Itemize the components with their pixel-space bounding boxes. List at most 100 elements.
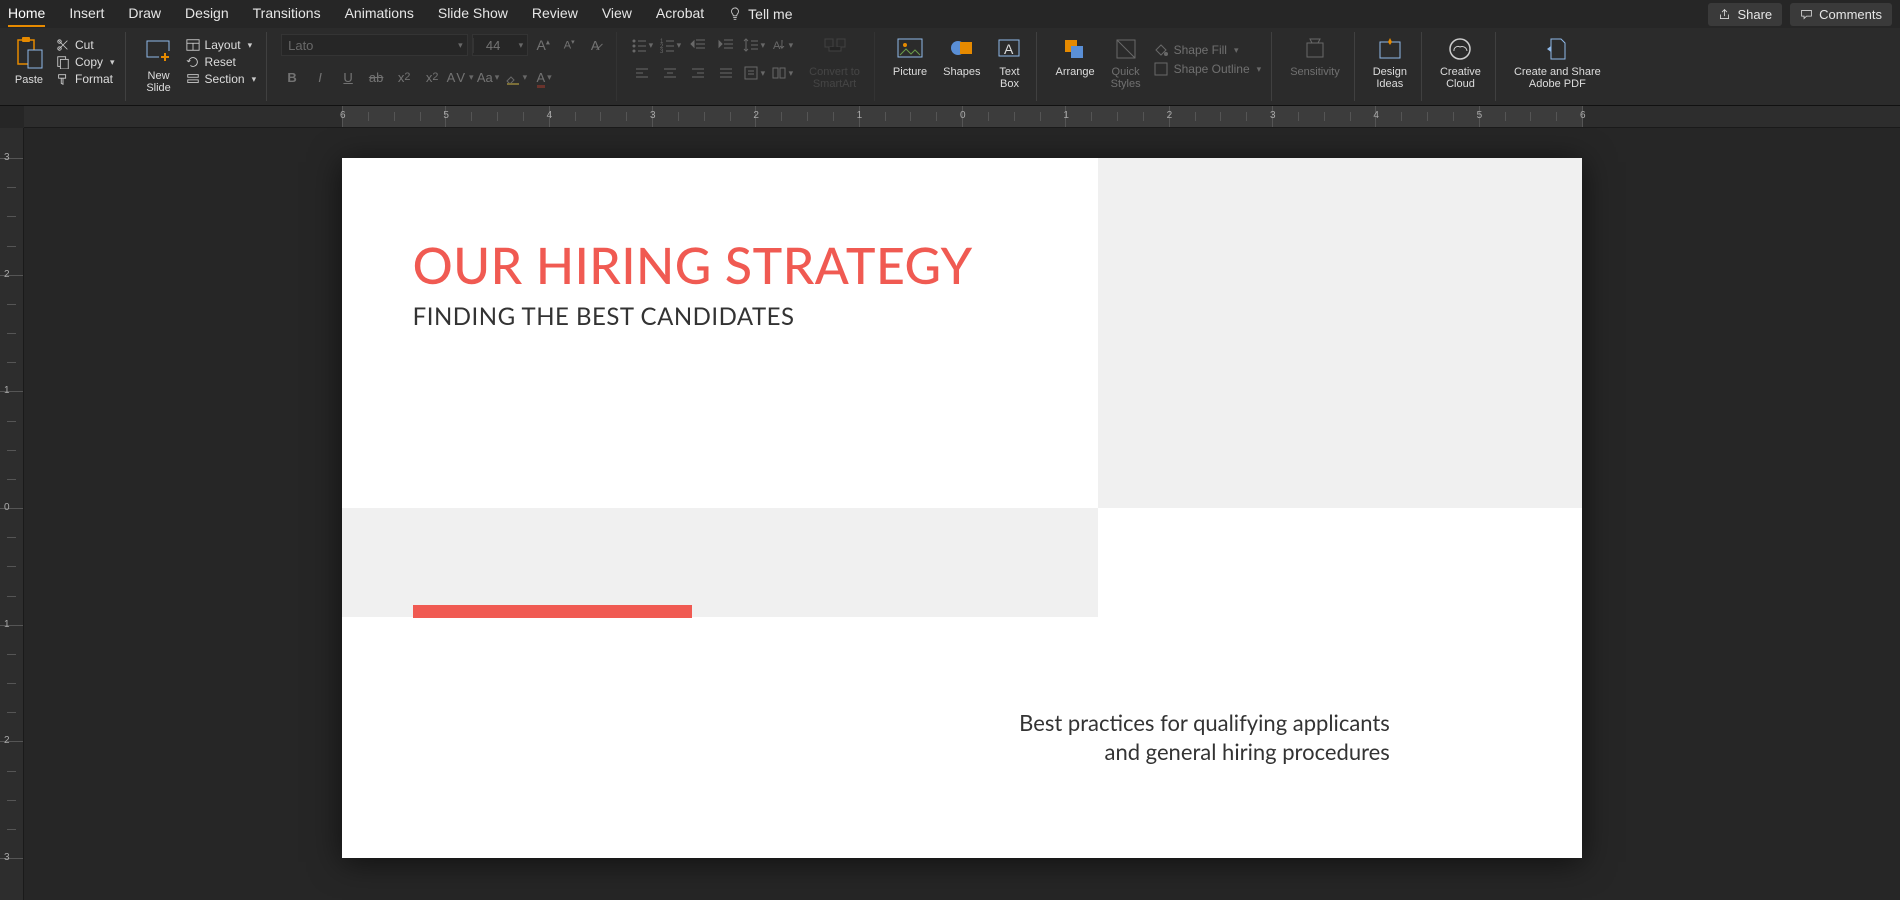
ruler-vertical[interactable]: 3210123 (0, 128, 24, 900)
char-spacing-button[interactable]: AV▾ (449, 66, 471, 88)
font-size-select[interactable]: 44▾ (472, 34, 529, 56)
indent-button[interactable] (715, 34, 737, 56)
slide-title[interactable]: OUR HIRING STRATEGY (413, 235, 973, 295)
tab-acrobat[interactable]: Acrobat (656, 1, 704, 27)
ruler-h-label: 3 (1270, 110, 1276, 121)
ruler-h-label: 2 (1167, 110, 1173, 121)
creative-cloud-button[interactable]: Creative Cloud (1436, 34, 1485, 92)
slide-subtitle[interactable]: FINDING THE BEST CANDIDATES (413, 302, 795, 331)
font-name-select[interactable]: Lato▾ (281, 34, 468, 56)
tab-design[interactable]: Design (185, 1, 229, 27)
shape-outline-button[interactable]: Shape Outline▾ (1153, 61, 1262, 77)
tell-me-search[interactable]: Tell me (728, 1, 792, 27)
format-painter-button[interactable]: Format (56, 72, 115, 86)
new-slide-label: New Slide (146, 70, 170, 94)
change-case-button[interactable]: Aa▾ (477, 66, 499, 88)
group-drawing: Arrange Quick Styles Shape Fill▾ Shape O… (1049, 32, 1272, 101)
slide-canvas[interactable]: OUR HIRING STRATEGY FINDING THE BEST CAN… (24, 128, 1900, 900)
share-button[interactable]: Share (1708, 3, 1782, 26)
arrange-icon (1061, 36, 1089, 62)
text-direction-button[interactable]: A▾ (771, 34, 793, 56)
tab-animations[interactable]: Animations (345, 1, 414, 27)
group-font: Lato▾ 44▾ A▴ A▾ A̷ B I U ab x2 x2 AV▾ Aa… (279, 32, 617, 101)
smartart-icon (822, 36, 848, 62)
strike-button[interactable]: ab (365, 66, 387, 88)
slide[interactable]: OUR HIRING STRATEGY FINDING THE BEST CAN… (342, 158, 1582, 858)
group-paragraph: ▾ 123▾ ▾ A▾ ▾ ▾ Convert to SmartArt (629, 32, 875, 101)
align-left-button[interactable] (631, 62, 653, 84)
smartart-label: Convert to SmartArt (809, 66, 860, 90)
format-label: Format (75, 72, 113, 86)
shape-fill-button[interactable]: Shape Fill▾ (1153, 42, 1262, 58)
adobe-pdf-button[interactable]: Create and Share Adobe PDF (1510, 34, 1605, 92)
clear-format-button[interactable]: A̷ (584, 34, 606, 56)
reset-icon (186, 55, 200, 69)
sensitivity-label: Sensitivity (1290, 66, 1340, 78)
sensitivity-button[interactable]: Sensitivity (1286, 34, 1344, 80)
italic-button[interactable]: I (309, 66, 331, 88)
lightbulb-icon (728, 7, 742, 21)
shapes-button[interactable]: Shapes (939, 34, 984, 80)
paste-icon (14, 36, 44, 70)
reset-button[interactable]: Reset (186, 55, 257, 69)
tab-draw[interactable]: Draw (128, 1, 161, 27)
tab-view[interactable]: View (602, 1, 632, 27)
cut-button[interactable]: Cut (56, 38, 115, 52)
comments-button[interactable]: Comments (1790, 3, 1892, 26)
ruler-horizontal[interactable]: 6543210123456 (24, 106, 1900, 128)
sensitivity-icon (1302, 36, 1328, 62)
ruler-v-label: 3 (4, 852, 10, 863)
numbering-button[interactable]: 123▾ (659, 34, 681, 56)
convert-smartart-button[interactable]: Convert to SmartArt (805, 34, 864, 92)
copy-button[interactable]: Copy▾ (56, 55, 115, 69)
tab-slide-show[interactable]: Slide Show (438, 1, 508, 27)
bucket-icon (1153, 42, 1169, 58)
line-spacing-button[interactable]: ▾ (743, 34, 765, 56)
columns-button[interactable]: ▾ (771, 62, 793, 84)
font-size-value: 44 (473, 38, 513, 53)
tab-transitions[interactable]: Transitions (253, 1, 321, 27)
subscript-button[interactable]: x2 (421, 66, 443, 88)
cut-label: Cut (75, 38, 94, 52)
slide-body[interactable]: Best practices for qualifying applicants… (1019, 708, 1390, 767)
underline-button[interactable]: U (337, 66, 359, 88)
increase-font-button[interactable]: A▴ (532, 34, 554, 56)
outdent-button[interactable] (687, 34, 709, 56)
arrange-button[interactable]: Arrange (1051, 34, 1098, 80)
arrange-label: Arrange (1055, 66, 1094, 78)
align-vertical-button[interactable]: ▾ (743, 62, 765, 84)
indent-icon (718, 37, 734, 53)
superscript-button[interactable]: x2 (393, 66, 415, 88)
justify-button[interactable] (715, 62, 737, 84)
section-button[interactable]: Section▾ (186, 72, 257, 86)
numbering-icon: 123 (659, 37, 674, 53)
svg-text:A: A (1004, 41, 1014, 57)
paste-button[interactable]: Paste (10, 34, 48, 88)
align-right-button[interactable] (687, 62, 709, 84)
slide-body-line2: and general hiring procedures (1019, 737, 1390, 767)
align-center-button[interactable] (659, 62, 681, 84)
group-creative-cloud: Creative Cloud (1434, 32, 1496, 101)
share-label: Share (1737, 7, 1772, 22)
slide-body-line1: Best practices for qualifying applicants (1019, 708, 1390, 738)
tab-home[interactable]: Home (8, 1, 45, 27)
picture-button[interactable]: Picture (889, 34, 931, 80)
new-slide-button[interactable]: New Slide (140, 34, 178, 96)
new-slide-icon (144, 36, 174, 66)
quick-styles-button[interactable]: Quick Styles (1107, 34, 1145, 92)
svg-text:3: 3 (660, 49, 664, 53)
bold-button[interactable]: B (281, 66, 303, 88)
bullets-button[interactable]: ▾ (631, 34, 653, 56)
highlight-button[interactable]: ▾ (505, 66, 527, 88)
layout-button[interactable]: Layout▾ (186, 38, 257, 52)
font-color-button[interactable]: A▾ (533, 66, 555, 88)
ruler-v-label: 2 (4, 269, 10, 280)
tab-insert[interactable]: Insert (69, 1, 104, 27)
workspace: 3210123 6543210123456 OUR HIRING STRATEG… (0, 106, 1900, 900)
ruler-h-label: 5 (1477, 110, 1483, 121)
text-box-button[interactable]: A Text Box (992, 34, 1026, 92)
tab-review[interactable]: Review (532, 1, 578, 27)
section-icon (186, 72, 200, 86)
decrease-font-button[interactable]: A▾ (558, 34, 580, 56)
design-ideas-button[interactable]: Design Ideas (1369, 34, 1411, 92)
